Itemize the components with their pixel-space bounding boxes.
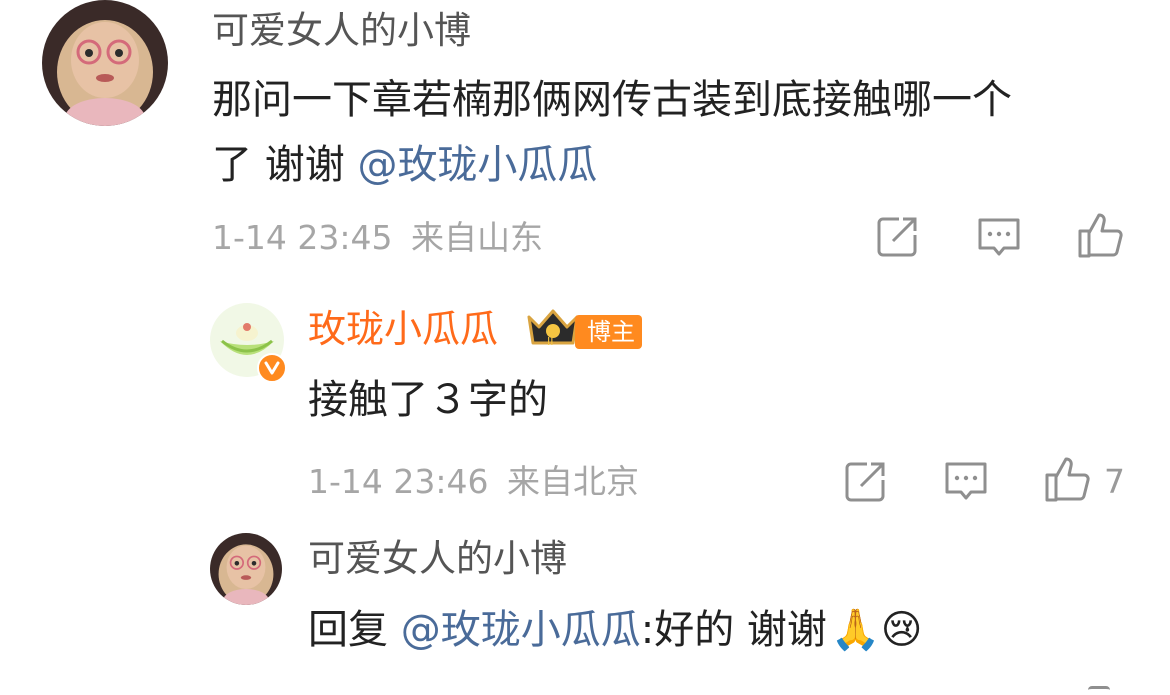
reply2-body: :好的 谢谢 bbox=[640, 607, 827, 653]
reply-prefix: 回复 bbox=[308, 607, 401, 653]
reply-text: 接触了３字的 bbox=[308, 377, 548, 423]
comment-meta: 1-14 23:45 来自山东 bbox=[212, 221, 543, 254]
cropped-divider bbox=[1088, 686, 1110, 695]
avatar-image bbox=[210, 533, 282, 605]
reply-location: 来自北京 bbox=[507, 462, 639, 501]
thumbs-up-icon[interactable] bbox=[1044, 455, 1092, 503]
comment-username[interactable]: 可爱女人的小博 bbox=[212, 12, 471, 49]
avatar-commenter[interactable] bbox=[210, 533, 282, 605]
comment-text-line2: 了 谢谢 @玫珑小瓜瓜 bbox=[212, 145, 597, 185]
comment-icon[interactable] bbox=[944, 461, 988, 501]
comment-time: 1-14 23:45 bbox=[212, 218, 393, 257]
pray-emoji: 🙏 bbox=[830, 607, 881, 653]
thumbs-up-icon[interactable] bbox=[1077, 211, 1125, 259]
crying-emoji: 😢 bbox=[880, 607, 923, 653]
avatar-commenter[interactable] bbox=[42, 0, 168, 126]
blogger-badge: 博主 bbox=[575, 315, 642, 349]
share-icon[interactable] bbox=[843, 460, 887, 504]
comment-location: 来自山东 bbox=[411, 218, 543, 257]
verified-badge-icon bbox=[257, 353, 287, 383]
mention-link[interactable]: @玫珑小瓜瓜 bbox=[357, 142, 597, 188]
reply-meta: 1-14 23:46 来自北京 bbox=[308, 465, 639, 498]
reply-time: 1-14 23:46 bbox=[308, 462, 489, 501]
like-count: 7 bbox=[1104, 462, 1125, 501]
comment-text-line1: 那问一下章若楠那俩网传古装到底接触哪一个 bbox=[212, 77, 1012, 123]
crown-level: II bbox=[547, 335, 554, 348]
reply2-username[interactable]: 可爱女人的小博 bbox=[308, 540, 567, 577]
share-icon[interactable] bbox=[875, 215, 919, 259]
avatar-image bbox=[42, 0, 168, 126]
mention-link[interactable]: @玫珑小瓜瓜 bbox=[401, 607, 641, 653]
reply2-text: 回复 @玫珑小瓜瓜:好的 谢谢 🙏😢 bbox=[308, 610, 922, 650]
reply-username[interactable]: 玫珑小瓜瓜 bbox=[308, 310, 498, 348]
comment-text-suffix: 了 谢谢 bbox=[212, 142, 358, 188]
comment-icon[interactable] bbox=[977, 217, 1021, 257]
crown-icon: II bbox=[525, 305, 581, 353]
